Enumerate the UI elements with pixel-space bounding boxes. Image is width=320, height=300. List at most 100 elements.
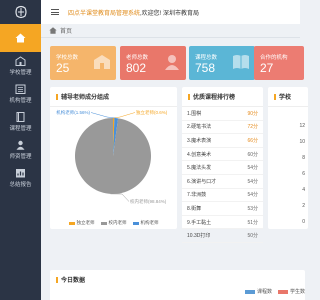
axis-tick-label: 4 xyxy=(302,187,305,193)
book-icon xyxy=(233,55,249,69)
organization-icon xyxy=(15,84,26,94)
logo xyxy=(0,0,41,24)
logo-icon xyxy=(14,5,27,19)
home-icon xyxy=(49,27,57,34)
course-score: 66分 xyxy=(247,137,258,144)
label-leader-line xyxy=(113,112,136,119)
today-legend: 课程数 学生数 xyxy=(244,288,305,295)
course-score: 50分 xyxy=(247,233,258,240)
legend-item[interactable]: 校内老师 xyxy=(100,220,127,226)
course-name: 7.非洲鼓 xyxy=(187,192,207,199)
sidebar-item-teacher[interactable]: 师资管理 xyxy=(0,136,41,164)
course-name: 2.硬笔书法 xyxy=(187,124,212,131)
panel-title: 学校 xyxy=(268,87,308,107)
welcome-message: 四点半课堂教育局管理系统,欢迎您! 深圳市教育局 xyxy=(68,8,199,17)
course-name: 9.手工黏土 xyxy=(187,219,212,226)
legend-item[interactable]: 学生数 xyxy=(277,288,305,295)
label-leader-line xyxy=(110,193,130,202)
home-icon xyxy=(15,33,26,43)
course-name: 1.围棋 xyxy=(187,110,202,117)
course-name: 10.3D打印 xyxy=(187,233,211,240)
system-name: 四点半课堂教育局管理系统 xyxy=(68,10,141,17)
axis-tick-label: 12 xyxy=(299,123,305,129)
school-chart-panel: 学校 12 10 8 6 4 2 0 xyxy=(268,87,308,229)
slice-label: 独立老师(0.6%) xyxy=(136,109,168,116)
stat-value: 758 xyxy=(195,61,216,75)
teacher-composition-panel: 辅导老师成分组成 独立老师(0.6%) 机构老师(1.56%) 校内老师(98.84… xyxy=(50,87,177,229)
ranking-row: 4.创意美术 60分 xyxy=(182,148,263,162)
pie-chart: 独立老师(0.6%) 机构老师(1.56%) 校内老师(98.84%) xyxy=(56,109,168,205)
top-header: 四点半课堂教育局管理系统,欢迎您! 深圳市教育局 xyxy=(41,0,300,24)
axis-tick-label: 8 xyxy=(302,155,305,161)
axis-tick-label: 0 xyxy=(302,219,305,225)
legend-item[interactable]: 课程数 xyxy=(244,288,272,295)
ranking-row: 10.3D打印 50分 xyxy=(182,229,263,243)
sidebar-item-label: 机构管理 xyxy=(9,98,32,104)
panel-title: 优质课程排行榜 xyxy=(182,87,263,107)
school-icon xyxy=(15,56,26,66)
stat-card-courses: 课程总数 758 xyxy=(189,46,255,80)
sidebar-item-home[interactable] xyxy=(0,24,41,52)
ranking-row: 6.演讲与口才 54分 xyxy=(182,175,263,189)
sidebar: 学校管理 机构管理 课程管理 师资管理 总结报告 xyxy=(0,0,41,300)
course-name: 5.魔法头发 xyxy=(187,165,212,172)
ranking-row: 8.街舞 53分 xyxy=(182,202,263,216)
ranking-row: 7.非洲鼓 54分 xyxy=(182,189,263,203)
teacher-icon xyxy=(165,55,179,70)
slice-label: 校内老师(98.84%) xyxy=(130,198,167,205)
course-score: 54分 xyxy=(247,192,258,199)
chart-legend: 独立老师 校内老师 机构老师 xyxy=(50,220,177,226)
course-name: 6.演讲与口才 xyxy=(187,178,217,185)
sidebar-item-school[interactable]: 学校管理 xyxy=(0,52,41,80)
sidebar-item-label: 师资管理 xyxy=(9,154,32,160)
axis-tick-label: 10 xyxy=(299,139,305,145)
legend-item[interactable]: 机构老师 xyxy=(132,220,159,226)
book-icon xyxy=(15,112,26,122)
course-name: 8.街舞 xyxy=(187,205,202,212)
school-icon xyxy=(94,55,110,69)
axis-tick-label: 6 xyxy=(302,171,305,177)
stat-label: 课程总数 xyxy=(195,55,218,61)
breadcrumb: 首页 xyxy=(41,24,300,38)
course-score: 51分 xyxy=(247,219,258,226)
panel-title: 今日数据 xyxy=(50,270,305,289)
ranking-row: 1.围棋 90分 xyxy=(182,107,263,121)
stat-label: 学校总数 xyxy=(56,55,79,61)
stat-card-teachers: 老师总数 802 xyxy=(120,46,186,80)
course-score: 90分 xyxy=(247,110,258,117)
sidebar-item-organization[interactable]: 机构管理 xyxy=(0,80,41,108)
stat-card-schools: 学校总数 25 xyxy=(50,46,116,80)
menu-toggle-icon[interactable] xyxy=(51,9,59,15)
welcome-text: ,欢迎您! 深圳市教育局 xyxy=(140,10,200,17)
today-data-panel: 今日数据 课程数 学生数 xyxy=(50,270,305,300)
axis-tick-label: 2 xyxy=(302,203,305,209)
course-score: 53分 xyxy=(247,205,258,212)
ranking-row: 5.魔法头发 54分 xyxy=(182,161,263,175)
course-score: 72分 xyxy=(247,124,258,131)
stat-value: 27 xyxy=(260,61,274,75)
stat-value: 25 xyxy=(56,61,70,75)
stat-label: 合作的机构 xyxy=(260,55,288,61)
sidebar-item-label: 总结报告 xyxy=(9,182,32,188)
ranking-row: 3.魔术表演 66分 xyxy=(182,134,263,148)
legend-item[interactable]: 独立老师 xyxy=(68,220,95,226)
course-score: 54分 xyxy=(247,178,258,185)
pie-slice[interactable] xyxy=(75,118,151,194)
teacher-icon xyxy=(15,140,26,150)
ranking-list: 1.围棋 90分 2.硬笔书法 72分 3.魔术表演 66分 4.创意美术 60分 5.魔法头发… xyxy=(182,107,263,243)
label-leader-line xyxy=(90,112,117,119)
report-icon xyxy=(15,168,26,178)
slice-label: 机构老师(1.56%) xyxy=(56,109,90,116)
course-ranking-panel: 优质课程排行榜 1.围棋 90分 2.硬笔书法 72分 3.魔术表演 66分 4.创意美术 6… xyxy=(182,87,263,243)
ranking-row: 2.硬笔书法 72分 xyxy=(182,121,263,135)
breadcrumb-home[interactable]: 首页 xyxy=(60,26,72,35)
stat-card-organizations: 合作的机构 27 xyxy=(254,46,304,80)
sidebar-item-course[interactable]: 课程管理 xyxy=(0,108,41,136)
stat-label: 老师总数 xyxy=(126,55,149,61)
sidebar-item-report[interactable]: 总结报告 xyxy=(0,164,41,192)
stat-value: 802 xyxy=(126,61,147,75)
course-name: 3.魔术表演 xyxy=(187,137,212,144)
ranking-row: 9.手工黏土 51分 xyxy=(182,216,263,230)
sidebar-item-label: 课程管理 xyxy=(9,126,32,132)
sidebar-item-label: 学校管理 xyxy=(9,70,32,76)
